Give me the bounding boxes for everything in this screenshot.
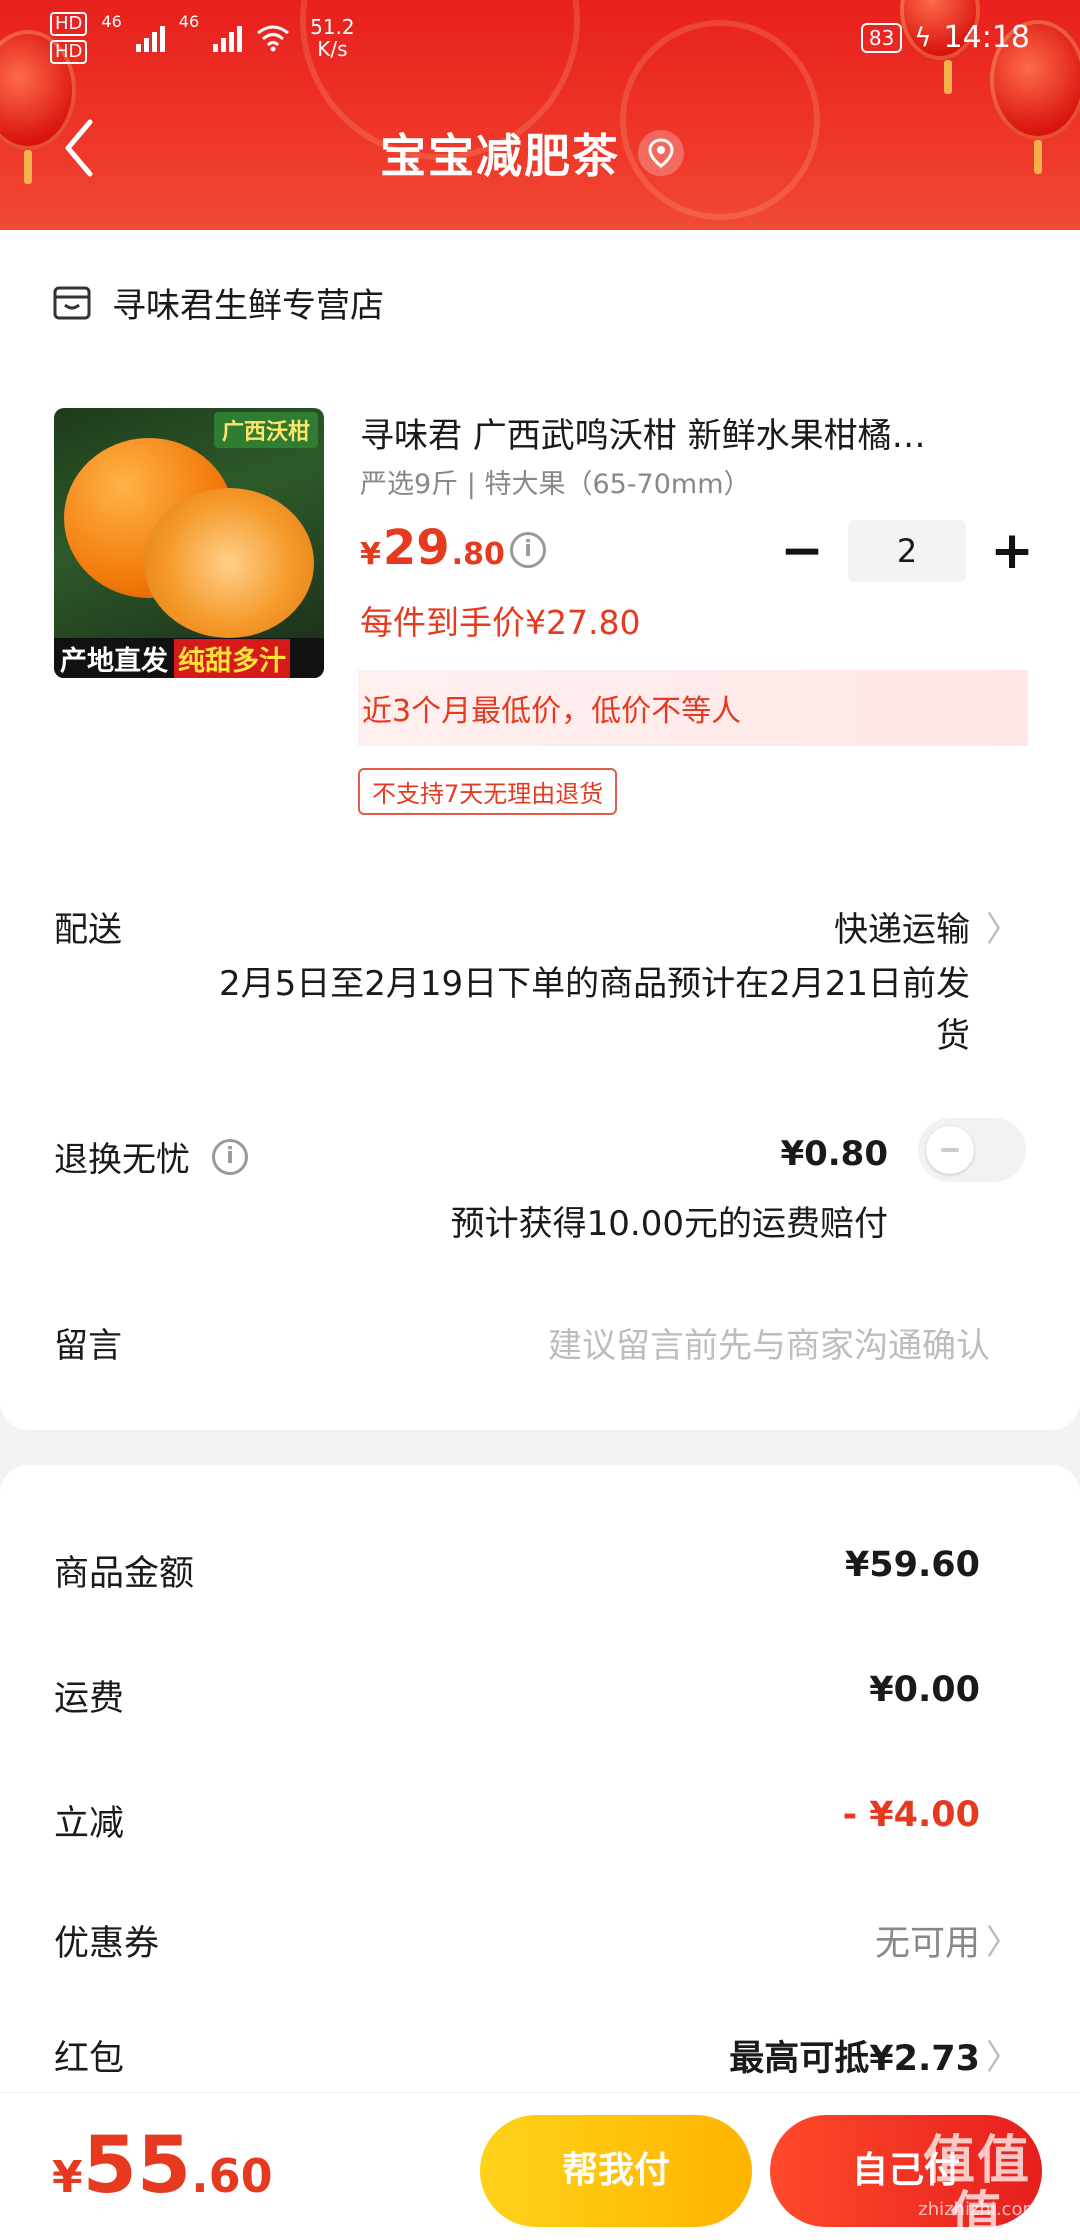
- back-arrow-icon[interactable]: [60, 118, 100, 178]
- redpacket-label: 红包: [54, 2039, 125, 2079]
- decrease-button[interactable]: −: [780, 525, 824, 577]
- nav-title-group[interactable]: 宝宝减肥茶: [380, 120, 684, 186]
- goods-amount-label: 商品金额: [54, 1554, 195, 1594]
- redpacket-value: 最高可抵¥2.73: [729, 2039, 980, 2079]
- summary-row-goods: 商品金额 ¥59.60: [54, 1545, 980, 1596]
- product-spec[interactable]: 严选9斤 | 特大果（65-70mm）: [360, 462, 751, 501]
- signal-icon: [135, 24, 165, 52]
- price-symbol: ¥: [360, 537, 381, 572]
- clock: 14:18: [943, 20, 1030, 55]
- page-title: 宝宝减肥茶: [380, 129, 620, 183]
- checkout-bar: ¥ 55 .60 帮我付 自己付 值值值 zhizhizhi.com: [0, 2092, 1080, 2240]
- orange-graphic: [144, 488, 314, 638]
- total-integer: 55: [82, 2121, 192, 2211]
- product-price: ¥ 29 .80: [360, 520, 505, 576]
- price-summary-card: 商品金额 ¥59.60 运费 ¥0.00 立减 - ¥4.00 优惠券 无可用 …: [0, 1465, 1080, 2105]
- return-insurance-toggle[interactable]: [918, 1118, 1026, 1182]
- watermark-url: zhizhizhi.com: [918, 2199, 1040, 2220]
- image-banner-left: 产地直发: [60, 645, 168, 677]
- no-return-tag: 不支持7天无理由退货: [358, 768, 618, 815]
- signal-icon: [213, 24, 243, 52]
- message-label: 留言: [54, 1326, 122, 1366]
- toggle-knob: [926, 1126, 974, 1174]
- price-decimal: .80: [451, 537, 505, 572]
- image-banner: 产地直发 纯甜多汁: [54, 638, 324, 678]
- product-image[interactable]: 广西沃柑 产地直发 纯甜多汁: [54, 408, 324, 678]
- coupon-value: 无可用: [874, 1924, 980, 1964]
- summary-row-coupon[interactable]: 优惠券 无可用: [54, 1915, 980, 1966]
- watermark-logo: 值值值: [922, 2131, 1031, 2240]
- total-decimal: .60: [191, 2149, 273, 2203]
- shipping-method[interactable]: 快递运输: [834, 902, 970, 951]
- total-price: ¥ 55 .60: [52, 2121, 273, 2211]
- chevron-right-icon[interactable]: 〉: [986, 1915, 1020, 1964]
- summary-row-discount: 立减 - ¥4.00: [54, 1795, 980, 1846]
- summary-row-redpacket[interactable]: 红包 最高可抵¥2.73: [54, 2030, 980, 2081]
- price-integer: 29: [382, 520, 450, 576]
- network-type: 46: [178, 12, 200, 31]
- shipping-note: 2月5日至2月19日下单的商品预计在2月21日前发货: [218, 964, 970, 1056]
- image-origin-label: 广西沃柑: [213, 412, 318, 448]
- header-bar: HD HD 46 46 51.2 K/s 83 ϟ 14:18 宝宝减肥茶: [0, 0, 1080, 230]
- network-speed: 51.2: [310, 15, 355, 39]
- chevron-right-icon[interactable]: 〉: [986, 2030, 1020, 2079]
- status-bar: HD HD 46 46 51.2 K/s 83 ϟ 14:18: [0, 12, 1080, 68]
- return-insurance-price: ¥0.80: [780, 1134, 888, 1174]
- lowest-price-banner: 近3个月最低价，低价不等人: [358, 670, 1028, 746]
- increase-button[interactable]: +: [990, 525, 1034, 577]
- image-banner-right: 纯甜多汁: [174, 638, 290, 678]
- store-name: 寻味君生鲜专营店: [112, 286, 384, 326]
- return-insurance-label: 退换无忧: [54, 1140, 190, 1180]
- unit-price: 每件到手价¥27.80: [360, 603, 641, 642]
- battery-icon: 83: [860, 22, 903, 53]
- goods-amount-value: ¥59.60: [844, 1545, 980, 1585]
- hd-indicator: HD: [50, 12, 88, 36]
- help-pay-button[interactable]: 帮我付: [480, 2115, 752, 2227]
- charging-icon: ϟ: [914, 22, 932, 53]
- shipping-label: 配送: [54, 910, 122, 950]
- coupon-label: 优惠券: [54, 1924, 160, 1964]
- quantity-stepper: − 2 +: [780, 520, 1034, 582]
- wifi-icon: [257, 25, 290, 52]
- chevron-right-icon[interactable]: 〉: [986, 902, 1020, 951]
- discount-label: 立减: [54, 1804, 125, 1844]
- return-insurance-row: 退换无忧 i: [54, 1132, 248, 1181]
- freight-label: 运费: [54, 1679, 125, 1719]
- summary-row-freight: 运费 ¥0.00: [54, 1670, 980, 1721]
- product-title[interactable]: 寻味君 广西武鸣沃柑 新鲜水果柑橘…: [360, 408, 1000, 457]
- order-card: 寻味君生鲜专营店 广西沃柑 产地直发 纯甜多汁 寻味君 广西武鸣沃柑 新鲜水果柑…: [0, 230, 1080, 1430]
- network-speed-unit: K/s: [317, 37, 348, 61]
- info-icon[interactable]: i: [212, 1138, 248, 1175]
- price-info-icon[interactable]: i: [510, 532, 546, 568]
- hd-indicator: HD: [50, 40, 88, 64]
- quantity-input[interactable]: 2: [848, 520, 966, 582]
- total-symbol: ¥: [52, 2152, 83, 2203]
- network-type: 46: [101, 12, 122, 31]
- return-insurance-note: 预计获得10.00元的运费赔付: [450, 1204, 888, 1244]
- store-icon: [53, 286, 91, 319]
- message-input[interactable]: 建议留言前先与商家沟通确认: [548, 1318, 990, 1367]
- store-row[interactable]: 寻味君生鲜专营店: [52, 278, 384, 327]
- freight-value: ¥0.00: [869, 1670, 980, 1710]
- location-pin-icon[interactable]: [638, 130, 684, 176]
- discount-value: - ¥4.00: [842, 1795, 980, 1835]
